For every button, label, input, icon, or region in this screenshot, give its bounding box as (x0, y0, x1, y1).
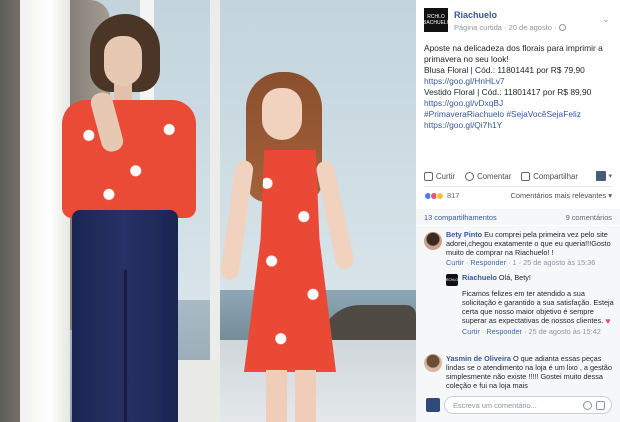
comment-time: · 1 · 25 de agosto às 15:36 (508, 258, 596, 267)
comment-input-placeholder: Escreva um comentário... (453, 400, 537, 410)
post-link-blouse[interactable]: https://goo.gl/HnHLv7 (424, 76, 612, 87)
shares-count-link[interactable]: 13 compartilhamentos (424, 213, 497, 222)
reaction-as-selector[interactable]: ▾ (596, 171, 612, 181)
post-link-dress[interactable]: https://goo.gl/vDxqBJ (424, 98, 612, 109)
post-header: RCHLO RIACHUELO Riachuelo Página curtida… (416, 0, 620, 36)
page-name-link[interactable]: Riachuelo (454, 10, 497, 20)
like-button[interactable]: Curtir (424, 171, 456, 181)
comments-count[interactable]: 9 comentários (566, 213, 612, 222)
comment: Yasmin de Oliveira O que adianta essas p… (446, 354, 614, 390)
model-2-legs (266, 370, 316, 422)
post-meta: Página curtida · 20 de agosto · (454, 23, 566, 32)
page-avatar[interactable]: RCHLO RIACHUELO (421, 8, 451, 32)
heart-emoji-icon: ♥ (605, 316, 611, 326)
post-side-panel: RCHLO RIACHUELO Riachuelo Página curtida… (416, 0, 620, 422)
commenter-avatar[interactable] (424, 232, 442, 250)
post-options-chevron-icon[interactable]: ⌄ (602, 14, 612, 24)
commenter-avatar[interactable] (424, 354, 442, 372)
comments-sort-dropdown[interactable]: Comentários mais relevantes ▾ (511, 191, 612, 200)
post-text: Aposte na delicadeza dos florais para im… (416, 36, 620, 131)
comment-button[interactable]: Comentar (465, 171, 512, 181)
page-mini-avatar (596, 171, 607, 181)
reply-like-link[interactable]: Curtir (462, 327, 480, 336)
comment-author[interactable]: Yasmin de Oliveira (446, 354, 511, 363)
reply-author[interactable]: Riachuelo (462, 273, 497, 282)
comment-meta: Curtir · Responder · 1 · 25 de agosto às… (446, 258, 596, 267)
post-line: Blusa Floral | Cód.: 11801441 por R$ 79,… (424, 65, 585, 75)
like-label: Curtir (436, 171, 456, 181)
current-user-avatar (426, 398, 440, 412)
comment-reply: Riachuelo Olá, Bety! Ficamos felizes em … (462, 273, 614, 336)
post-line: primavera no seu look! (424, 54, 509, 64)
page-reply-avatar[interactable]: RCHLO (446, 274, 458, 286)
reply-text-body: Ficamos felizes em ter atendido a sua so… (462, 289, 614, 326)
reply-reply-link[interactable]: Responder (486, 327, 522, 336)
post-link-collection[interactable]: https://goo.gl/Qi7h1Y (424, 120, 612, 131)
post-hashtags[interactable]: #PrimaveraRiachuelo #SejaVocêSejaFeliz (424, 109, 612, 120)
caret-down-icon: ▾ (608, 173, 612, 180)
reaction-summary[interactable]: 817 Comentários mais relevantes ▾ (424, 191, 612, 200)
model-1-floral-blouse (62, 100, 196, 218)
comment-input[interactable]: Escreva um comentário... (444, 396, 612, 414)
reply-text-head: Olá, Bety! (498, 273, 531, 282)
reply-meta: Curtir · Responder · 25 de agosto às 15:… (462, 327, 601, 336)
reaction-count: 817 (447, 191, 460, 200)
comment-input-tools (583, 400, 611, 410)
share-button[interactable]: Compartilhar (521, 171, 578, 181)
comment-bubble-icon (465, 171, 475, 181)
post-photo[interactable] (0, 0, 416, 422)
comment-label: Comentar (477, 171, 512, 181)
comment-reply-link[interactable]: Responder (470, 258, 506, 267)
comment-like-link[interactable]: Curtir (446, 258, 464, 267)
share-arrow-icon (521, 171, 531, 181)
post-line: Vestido Floral | Cód.: 11801417 por R$ 8… (424, 87, 592, 97)
model-1-face (104, 36, 142, 86)
thumbs-up-icon (424, 171, 433, 181)
camera-icon[interactable] (596, 400, 605, 410)
wow-reaction-icon (436, 191, 444, 200)
comment-author[interactable]: Bety Pinto (446, 230, 482, 239)
post-action-bar: Curtir Comentar Compartilhar ▾ (416, 168, 620, 184)
model-2-face (262, 88, 302, 140)
engagement-counts: 13 compartilhamentos 9 comentários (416, 209, 620, 225)
globe-icon (558, 24, 566, 31)
divider (424, 186, 612, 187)
comments-section: Bety Pinto Eu comprei pela primeira vez … (416, 226, 620, 422)
model-1-pants-seam (124, 270, 127, 422)
comment: Bety Pinto Eu comprei pela primeira vez … (446, 230, 614, 267)
post-line: Aposte na delicadeza dos florais para im… (424, 43, 603, 53)
share-label: Compartilhar (533, 171, 578, 181)
reply-time: · 25 de agosto às 15:42 (524, 327, 601, 336)
emoji-icon[interactable] (583, 400, 592, 410)
post-meta-text: Página curtida · 20 de agosto · (454, 23, 557, 32)
reply-text-body-content: Ficamos felizes em ter atendido a sua so… (462, 289, 614, 325)
